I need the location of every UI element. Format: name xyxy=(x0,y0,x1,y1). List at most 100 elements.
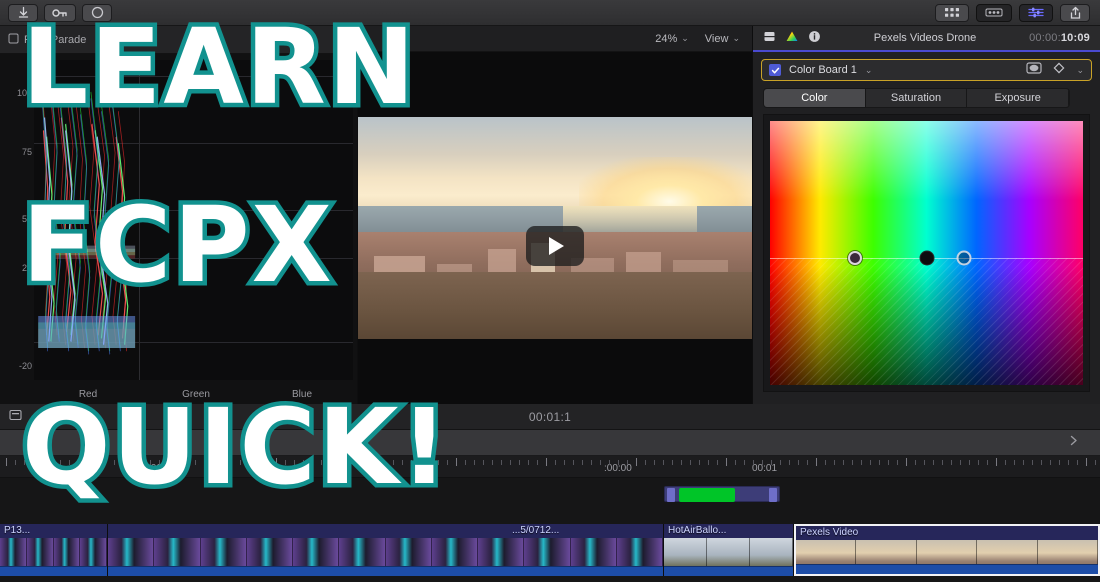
ruler-tick xyxy=(240,460,241,465)
timeline-clip[interactable]: P13... xyxy=(0,524,108,576)
ruler-tick xyxy=(42,460,43,465)
ruler-tick xyxy=(933,460,934,465)
ruler-tick xyxy=(393,460,394,465)
ruler-tick xyxy=(1041,460,1042,465)
share-button[interactable] xyxy=(1060,3,1090,22)
ruler-tick xyxy=(726,458,727,466)
ruler-tick xyxy=(663,460,664,465)
ruler-tick xyxy=(1077,460,1078,465)
timeline-index-bar[interactable] xyxy=(0,430,1100,456)
color-inspector-icon[interactable] xyxy=(785,30,799,46)
effect-enable-checkbox[interactable] xyxy=(769,64,781,76)
color-board-gradient[interactable] xyxy=(770,121,1083,385)
ruler-tick xyxy=(978,460,979,465)
tab-exposure[interactable]: Exposure xyxy=(967,89,1069,107)
chevron-down-icon[interactable]: ⌄ xyxy=(30,411,38,422)
color-board-hatch xyxy=(770,258,1083,385)
tab-saturation[interactable]: Saturation xyxy=(865,89,968,107)
ruler-tick xyxy=(528,460,529,465)
diamond-icon[interactable] xyxy=(1053,61,1065,79)
timeline-clip-selected[interactable]: Pexels Video xyxy=(794,524,1100,576)
ruler-tick xyxy=(618,460,619,465)
tab-color[interactable]: Color xyxy=(764,89,866,107)
ruler-tick xyxy=(906,458,907,466)
effects-button[interactable] xyxy=(976,3,1012,22)
global-puck[interactable] xyxy=(847,251,862,266)
ruler-tick xyxy=(465,460,466,465)
midtones-puck[interactable] xyxy=(956,250,972,266)
record-voiceover-button[interactable] xyxy=(82,3,112,22)
scope-header[interactable]: RGB Parade xyxy=(0,26,357,54)
scope-body[interactable]: 100 75 50 25 -20 Red Green Blue xyxy=(0,54,357,404)
color-board-wrapper xyxy=(763,114,1090,392)
import-media-button[interactable] xyxy=(8,3,38,22)
ruler-tick xyxy=(636,458,637,466)
effect-preset-chevron-down-icon[interactable]: ⌄ xyxy=(865,65,873,76)
ruler-tick xyxy=(609,460,610,465)
ruler-tick xyxy=(177,460,178,465)
ruler-tick xyxy=(375,460,376,465)
ruler-tick xyxy=(600,460,601,465)
connected-clip-lane[interactable] xyxy=(664,486,794,504)
ruler-tick xyxy=(654,460,655,465)
inspector-clip-name: Pexels Videos Drone xyxy=(873,32,977,44)
ruler-tick xyxy=(285,460,286,465)
ruler-tick xyxy=(789,460,790,465)
ruler-tick xyxy=(483,460,484,465)
ruler-tick xyxy=(1086,458,1087,466)
timeline-clip[interactable]: ...5/0712... xyxy=(108,524,664,576)
zoom-level-dropdown[interactable]: 24% ⌄ xyxy=(655,33,689,45)
ruler-tick xyxy=(510,460,511,465)
view-dropdown[interactable]: View ⌄ xyxy=(705,33,740,45)
video-inspector-icon[interactable] xyxy=(763,30,776,46)
inspector-button[interactable] xyxy=(1019,3,1053,22)
viewer-toolbar: 24% ⌄ View ⌄ xyxy=(358,26,752,52)
ruler-tick xyxy=(771,460,772,465)
ruler-tick xyxy=(807,460,808,465)
ruler-tick xyxy=(1050,460,1051,465)
ruler-tick xyxy=(870,460,871,465)
ruler-tick xyxy=(1005,460,1006,465)
ruler-tick xyxy=(501,460,502,465)
chevron-down-icon[interactable]: ⌄ xyxy=(1076,65,1084,76)
ruler-tick xyxy=(258,460,259,465)
ruler-tick xyxy=(141,460,142,465)
timeline-index-icon[interactable] xyxy=(9,408,22,426)
ruler-tick xyxy=(186,458,187,466)
timeline-clip[interactable]: HotAirBallo... xyxy=(664,524,794,576)
clip-label: HotAirBallo... xyxy=(668,525,727,536)
ruler-tick xyxy=(1023,460,1024,465)
scope-ytick: 100 xyxy=(16,87,32,98)
effect-row-color-board[interactable]: Color Board 1 ⌄ ⌄ xyxy=(761,59,1092,81)
share-icon xyxy=(1069,6,1082,20)
ruler-tick xyxy=(69,460,70,465)
ruler-tick xyxy=(645,460,646,465)
ruler-tick xyxy=(915,460,916,465)
info-inspector-icon[interactable] xyxy=(808,30,821,46)
ruler-tick xyxy=(699,460,700,465)
scope-channel-label: Red xyxy=(78,389,98,400)
ruler-tick xyxy=(231,460,232,465)
view-label: View xyxy=(704,32,729,45)
inspector-panel: Pexels Videos Drone 00:00:10:09 Color Bo… xyxy=(752,26,1100,404)
ruler-tick xyxy=(51,460,52,465)
browser-button[interactable] xyxy=(935,3,969,22)
ruler-tick xyxy=(690,460,691,465)
viewer-panel: 24% ⌄ View ⌄ xyxy=(358,26,752,404)
mask-icon[interactable] xyxy=(1026,61,1043,79)
timeline-ruler[interactable]: :00:00 15 :00:00 00:01 xyxy=(0,456,1100,478)
shadows-puck[interactable] xyxy=(919,250,934,266)
scope-settings-icon xyxy=(8,33,19,47)
play-button[interactable] xyxy=(526,225,584,266)
chevron-right-icon[interactable] xyxy=(1067,434,1080,452)
scope-ytick: 50 xyxy=(21,213,32,224)
ruler-tick xyxy=(168,460,169,465)
keywords-button[interactable] xyxy=(44,3,76,22)
clip-label: ...5/0712... xyxy=(512,525,560,536)
toolbar-right-group xyxy=(935,3,1100,22)
video-preview-frame[interactable] xyxy=(358,117,752,339)
ruler-tick xyxy=(942,460,943,465)
viewer-stage[interactable] xyxy=(358,52,752,404)
field-region xyxy=(358,272,752,339)
timeline-body[interactable]: P13... ...5/0712... HotAirBallo... Pexel… xyxy=(0,478,1100,582)
